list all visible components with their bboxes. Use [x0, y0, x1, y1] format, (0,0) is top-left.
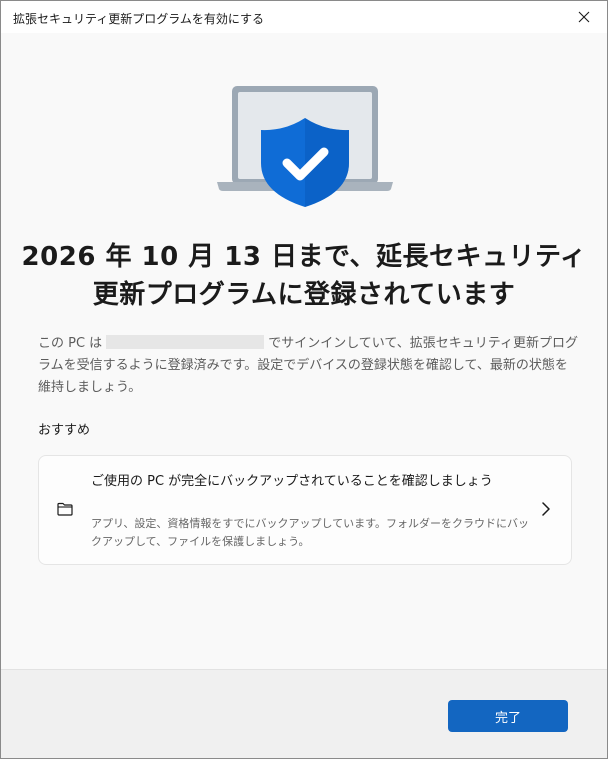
folder-icon	[57, 502, 73, 516]
laptop-shield-illustration	[217, 86, 393, 207]
dialog-footer: 完了	[1, 669, 607, 758]
recommendations-label: おすすめ	[38, 423, 91, 438]
dialog-window: 拡張セキュリティ更新プログラムを有効にする 2026 年 10 月 13 日まで…	[0, 0, 608, 759]
title-bar: 拡張セキュリティ更新プログラムを有効にする	[1, 1, 607, 33]
description-text: この PC はでサインインしていて、拡張セキュリティ更新プログラムを受信するよう…	[38, 333, 578, 399]
window-title: 拡張セキュリティ更新プログラムを有効にする	[13, 12, 265, 26]
description-before-account: この PC は	[38, 336, 103, 351]
page-title: 2026 年 10 月 13 日まで、延長セキュリティ更新プログラムに登録されて…	[21, 242, 587, 310]
dialog-content: 2026 年 10 月 13 日まで、延長セキュリティ更新プログラムに登録されて…	[1, 33, 607, 669]
close-icon	[578, 11, 590, 23]
done-button[interactable]: 完了	[448, 700, 568, 732]
backup-recommendation-card[interactable]: ご使用の PC が完全にバックアップされていることを確認しましょう アプリ、設定…	[38, 455, 572, 565]
shield-check-icon	[261, 118, 349, 207]
card-title: ご使用の PC が完全にバックアップされていることを確認しましょう	[91, 474, 493, 489]
redacted-account	[106, 335, 265, 349]
card-description: アプリ、設定、資格情報をすでにバックアップしています。フォルダーをクラウドにバッ…	[91, 517, 530, 548]
close-button[interactable]	[561, 1, 607, 33]
chevron-right-icon	[542, 502, 550, 516]
